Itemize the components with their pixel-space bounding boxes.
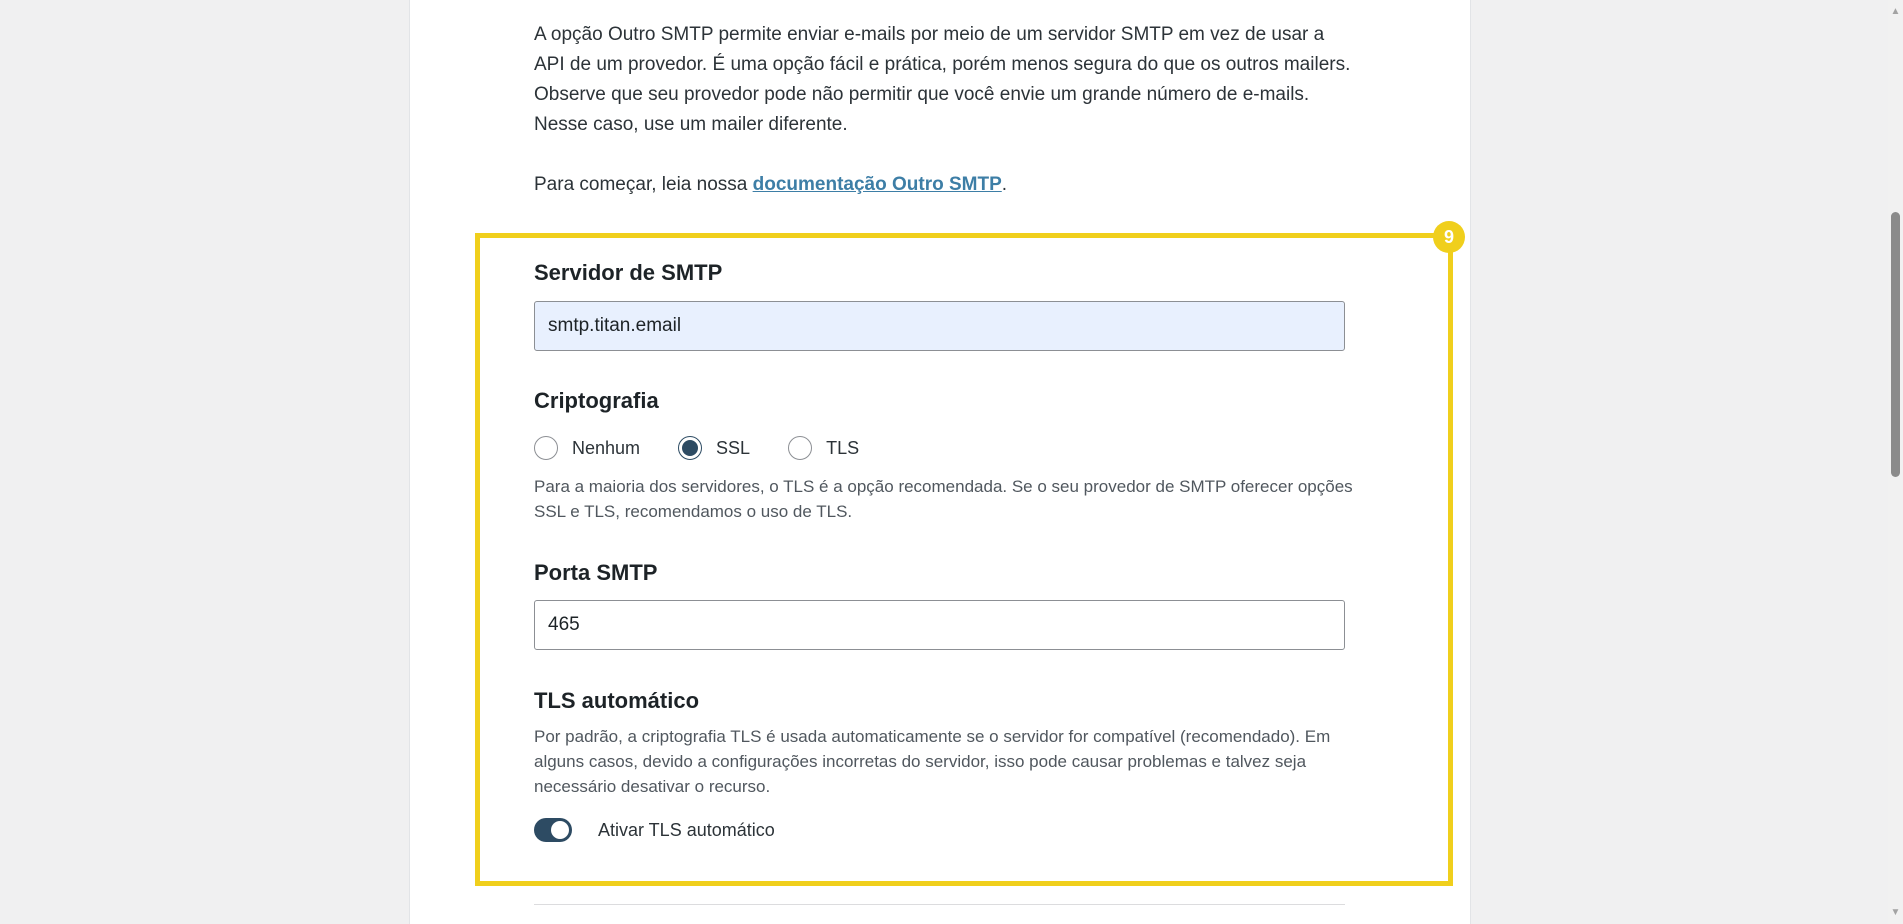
encryption-radio-group: Nenhum SSL TLS — [534, 434, 897, 462]
intro-start-line: Para começar, leia nossa documentação Ou… — [534, 170, 1354, 200]
smtp-host-input[interactable] — [534, 301, 1345, 351]
scroll-thumb[interactable] — [1891, 212, 1900, 477]
auto-tls-toggle-row: Ativar TLS automático — [534, 818, 775, 842]
smtp-port-input[interactable] — [534, 600, 1345, 650]
encryption-option-none[interactable]: Nenhum — [534, 436, 640, 460]
smtp-host-title: Servidor de SMTP — [534, 260, 723, 285]
auto-tls-description: Por padrão, a criptografia TLS é usada a… — [534, 727, 1331, 796]
encryption-tls-label: TLS — [826, 437, 860, 458]
intro-text: A opção Outro SMTP permite enviar e-mail… — [534, 20, 1354, 200]
encryption-title: Criptografia — [534, 388, 659, 413]
smtp-port-title: Porta SMTP — [534, 560, 658, 585]
scroll-down-arrow-icon[interactable]: ▼ — [1888, 905, 1903, 920]
step-badge: 9 — [1433, 221, 1465, 253]
auto-tls-title: TLS automático — [534, 688, 700, 713]
auto-tls-toggle-label: Ativar TLS automático — [598, 819, 775, 840]
auto-tls-toggle[interactable] — [534, 818, 572, 842]
toggle-knob — [551, 821, 569, 839]
radio-ssl[interactable] — [678, 436, 703, 460]
encryption-option-ssl[interactable]: SSL — [678, 436, 750, 460]
scroll-up-arrow-icon[interactable]: ▲ — [1888, 4, 1903, 19]
radio-tls[interactable] — [788, 436, 813, 460]
intro-paragraph: A opção Outro SMTP permite enviar e-mail… — [534, 24, 1351, 135]
encryption-option-tls[interactable]: TLS — [788, 436, 859, 460]
encryption-ssl-label: SSL — [716, 437, 751, 458]
encryption-none-label: Nenhum — [572, 437, 641, 458]
radio-none[interactable] — [534, 436, 558, 460]
intro-start-prefix: Para começar, leia nossa — [534, 174, 753, 195]
intro-start-suffix: . — [1001, 174, 1008, 195]
vertical-scrollbar[interactable]: ▲ ▼ — [1888, 0, 1903, 924]
encryption-description: Para a maioria dos servidores, o TLS é a… — [534, 477, 1353, 521]
section-divider — [534, 904, 1345, 905]
documentation-link[interactable]: documentação Outro SMTP — [753, 174, 1002, 195]
